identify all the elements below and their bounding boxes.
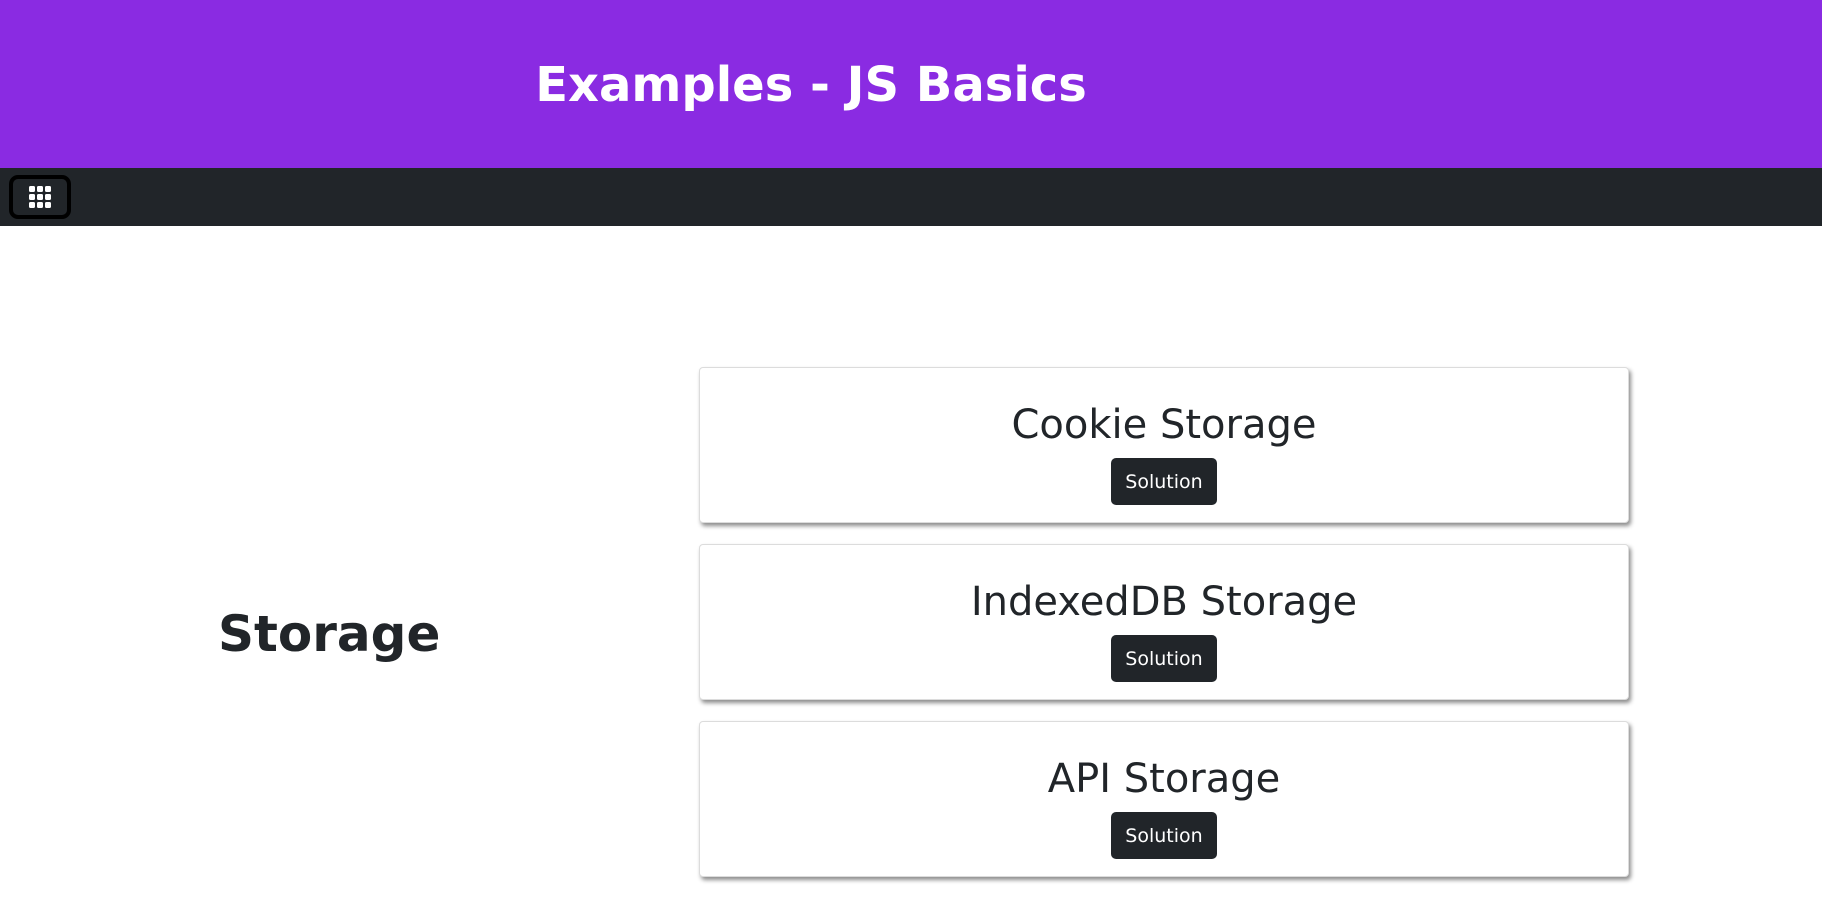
solution-button[interactable]: Solution [1111,458,1217,505]
section-title: Storage [218,605,441,663]
page-title: Examples - JS Basics [535,57,1087,113]
example-card-api-storage: API Storage Solution [699,721,1629,877]
example-card-indexeddb-storage: IndexedDB Storage Solution [699,544,1629,700]
grid-apps-icon [29,186,51,208]
apps-menu-button[interactable] [9,175,71,219]
page-header: Examples - JS Basics [0,0,1822,168]
solution-button[interactable]: Solution [1111,812,1217,859]
example-card-cookie-storage: Cookie Storage Solution [699,367,1629,523]
card-title: API Storage [1047,756,1281,802]
solution-button[interactable]: Solution [1111,635,1217,682]
card-title: Cookie Storage [1011,402,1317,448]
card-title: IndexedDB Storage [970,579,1358,625]
top-navbar [0,168,1822,226]
